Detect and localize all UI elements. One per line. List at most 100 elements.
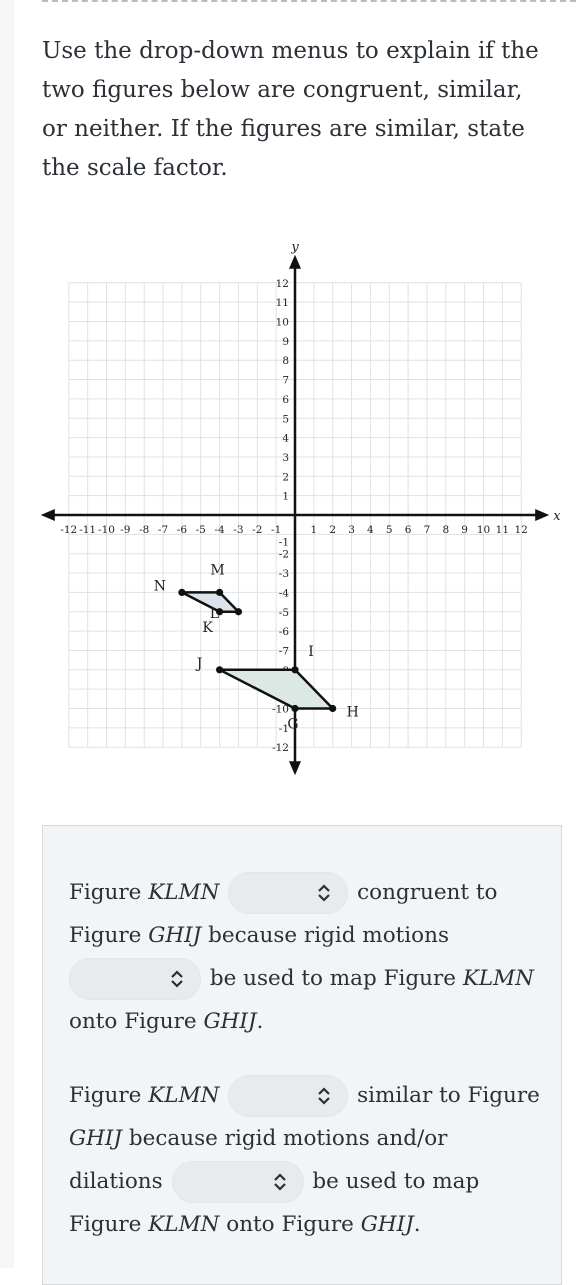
x-tick-label: 4 bbox=[367, 524, 374, 536]
vertex-point-j bbox=[216, 666, 224, 674]
y-tick-label: -4 bbox=[279, 587, 290, 599]
text: similar to Figure bbox=[350, 1083, 540, 1108]
x-tick-label: 12 bbox=[515, 524, 528, 536]
x-tick-label: -9 bbox=[120, 524, 130, 536]
text: because rigid motions bbox=[201, 923, 449, 948]
vertex-label-h: H bbox=[347, 705, 359, 721]
text: be used to map bbox=[305, 1169, 480, 1194]
vertex-label-k: K bbox=[202, 620, 213, 636]
x-tick-label: 6 bbox=[405, 524, 412, 536]
chevron-up-down-icon bbox=[318, 1087, 331, 1105]
y-tick-label: 5 bbox=[282, 413, 289, 425]
vertex-label-g: G bbox=[287, 717, 298, 733]
text: because rigid motions and/or bbox=[122, 1126, 448, 1151]
top-dashed-divider bbox=[42, 0, 576, 4]
y-tick-label: 7 bbox=[282, 375, 289, 387]
dilations-dropdown[interactable] bbox=[171, 1161, 304, 1203]
x-tick-label: -2 bbox=[252, 524, 262, 536]
chevron-up-down-icon bbox=[171, 970, 183, 988]
vertex-point-n bbox=[178, 588, 186, 596]
vertex-label-n: N bbox=[154, 578, 166, 594]
vertex-point-h bbox=[329, 704, 337, 713]
y-tick-label: -7 bbox=[279, 645, 289, 657]
x-tick-label: 9 bbox=[461, 524, 468, 536]
vertex-point-i bbox=[291, 666, 299, 674]
text: Figure bbox=[69, 923, 149, 948]
x-tick-label: 1 bbox=[311, 524, 318, 536]
vertex-point-m bbox=[216, 588, 224, 596]
figure-name: KLMN bbox=[148, 1083, 220, 1108]
y-tick-label: 6 bbox=[282, 394, 289, 406]
x-tick-label: -3 bbox=[233, 524, 243, 536]
coordinate-plane: xy-12 -11 -10 -9 -8 -7 -6 -5 -4 -3 -2 -1 1 2 3 4 5 6 7 8 9 10… bbox=[40, 240, 561, 776]
y-tick-label: 3 bbox=[282, 452, 289, 464]
y-tick-label: -2 bbox=[279, 549, 289, 561]
y-tick-label: 2 bbox=[282, 471, 289, 483]
x-tick-label: -10 bbox=[98, 524, 115, 536]
x-tick-label: 8 bbox=[442, 524, 449, 536]
question-prompt: Use the drop-down menus to explain if th… bbox=[42, 38, 539, 181]
text: Figure bbox=[69, 1083, 149, 1108]
y-axis-arrow-down-icon bbox=[289, 761, 301, 776]
similar-dropdown[interactable] bbox=[228, 1075, 349, 1117]
x-axis-label: x bbox=[553, 509, 561, 524]
congruence-statement: Figure KLMN congruent to Figure GHIJ bec… bbox=[69, 871, 559, 1043]
vertex-point-g bbox=[291, 704, 299, 713]
y-tick-label: 10 bbox=[276, 317, 289, 329]
y-tick-label: 1 bbox=[282, 491, 289, 503]
y-tick-label: 9 bbox=[282, 336, 289, 348]
x-tick-label: -8 bbox=[139, 524, 149, 536]
figure-name: GHIJ bbox=[69, 1126, 123, 1151]
congruent-dropdown[interactable] bbox=[228, 872, 349, 914]
vertex-point-l bbox=[234, 608, 243, 616]
x-tick-label: -11 bbox=[79, 524, 96, 536]
x-tick-label: 10 bbox=[477, 524, 490, 536]
y-tick-label: -6 bbox=[279, 626, 290, 638]
y-tick-label: 8 bbox=[282, 355, 289, 367]
rigid-motions-dropdown[interactable] bbox=[69, 958, 201, 1000]
text: . bbox=[256, 1009, 264, 1034]
text: be used to map Figure bbox=[203, 966, 463, 991]
figure-name: GHIJ bbox=[148, 923, 202, 948]
chevron-up-down-icon bbox=[318, 884, 331, 902]
text: Figure bbox=[69, 1212, 149, 1237]
y-axis-label: y bbox=[290, 240, 299, 255]
text: dilations bbox=[69, 1169, 170, 1194]
y-axis-arrow-up-icon bbox=[289, 254, 301, 269]
similarity-statement: Figure KLMN similar to Figure GHIJ becau… bbox=[69, 1074, 559, 1246]
chevron-up-down-icon bbox=[273, 1173, 286, 1191]
x-tick-label: 7 bbox=[424, 524, 431, 536]
vertex-label-l: L bbox=[210, 606, 219, 622]
y-tick-label: -5 bbox=[279, 607, 289, 619]
figure-name: KLMN bbox=[148, 1212, 220, 1237]
y-tick-label: -12 bbox=[272, 742, 289, 754]
x-tick-label: -1 bbox=[271, 524, 281, 536]
vertex-label-m: M bbox=[210, 562, 224, 578]
figure-name: GHIJ bbox=[360, 1212, 414, 1237]
y-tick-label: -3 bbox=[279, 568, 289, 580]
vertex-label-j: J bbox=[195, 656, 203, 672]
y-tick-label: -1 bbox=[279, 536, 289, 548]
x-tick-label: 5 bbox=[386, 524, 393, 536]
x-axis-arrow-right-icon bbox=[535, 509, 550, 521]
text: onto Figure bbox=[69, 1009, 204, 1034]
x-tick-label: 3 bbox=[348, 524, 355, 536]
y-tick-label: 4 bbox=[282, 433, 289, 445]
text: congruent to bbox=[350, 880, 498, 905]
y-tick-label: 11 bbox=[276, 297, 289, 309]
x-axis-arrow-left-icon bbox=[40, 509, 55, 521]
x-tick-label: -6 bbox=[177, 524, 188, 536]
x-tick-label: -12 bbox=[60, 524, 77, 536]
answer-box: Figure KLMN congruent to Figure GHIJ bec… bbox=[42, 825, 562, 1285]
vertex-label-i: I bbox=[308, 644, 314, 660]
text: onto Figure bbox=[219, 1212, 361, 1237]
x-tick-label: -4 bbox=[214, 524, 225, 536]
x-tick-label: 2 bbox=[329, 524, 336, 536]
text: . bbox=[413, 1212, 421, 1237]
y-tick-label: 12 bbox=[276, 278, 289, 290]
figure-name: GHIJ bbox=[203, 1009, 257, 1034]
x-tick-label: 11 bbox=[496, 524, 509, 536]
x-tick-label: -7 bbox=[158, 524, 168, 536]
figure-name: KLMN bbox=[462, 966, 534, 991]
x-tick-label: -5 bbox=[196, 524, 206, 536]
